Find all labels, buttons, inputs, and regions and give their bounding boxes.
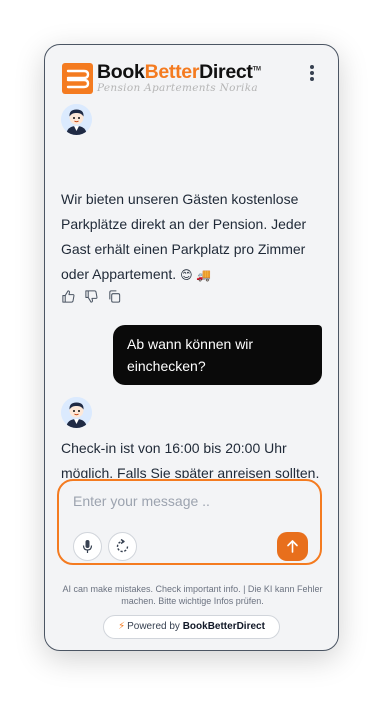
more-dot bbox=[310, 77, 314, 81]
brand-part-better: Better bbox=[144, 61, 200, 83]
bot-message: Check-in ist von 16:00 bis 20:00 Uhr mög… bbox=[61, 436, 323, 478]
trademark: TM bbox=[252, 66, 261, 73]
more-dot bbox=[310, 71, 314, 75]
brand-part-direct: Direct bbox=[199, 61, 253, 83]
refresh-icon bbox=[116, 538, 129, 553]
logo-mark-icon bbox=[62, 63, 93, 94]
powered-by-brand: BookBetterDirect bbox=[182, 621, 265, 632]
powered-by-label: Powered by bbox=[127, 621, 180, 632]
powered-by-badge[interactable]: ⚡ Powered by BookBetterDirect bbox=[103, 615, 280, 639]
message-actions bbox=[61, 289, 122, 304]
chat-header: BookBetterDirectTM Pension Apartements N… bbox=[45, 45, 338, 103]
message-input[interactable] bbox=[73, 490, 303, 512]
thumbs-up-icon[interactable] bbox=[61, 289, 76, 304]
message-list[interactable]: Wir bieten unseren Gästen kostenlose Par… bbox=[45, 103, 338, 478]
microphone-icon bbox=[82, 540, 93, 553]
brand-tagline: Pension Apartements Norika bbox=[97, 82, 258, 94]
lightning-icon: ⚡ bbox=[118, 621, 126, 632]
copy-icon[interactable] bbox=[107, 289, 122, 304]
user-message-text: Ab wann können wir einchecken? bbox=[127, 336, 254, 374]
message-emoji: 😊 🚚 bbox=[180, 268, 212, 282]
bot-message-text: Check-in ist von 16:00 bis 20:00 Uhr mög… bbox=[61, 440, 320, 478]
send-button[interactable] bbox=[277, 532, 308, 561]
reset-chat-button[interactable] bbox=[108, 532, 137, 561]
arrow-up-icon bbox=[287, 540, 298, 553]
user-message: Ab wann können wir einchecken? bbox=[113, 325, 322, 385]
more-menu-button[interactable] bbox=[306, 65, 318, 85]
brand-name: BookBetterDirectTM bbox=[97, 61, 261, 84]
chat-widget: BookBetterDirectTM Pension Apartements N… bbox=[44, 44, 339, 651]
bot-avatar bbox=[61, 104, 92, 135]
more-dot bbox=[310, 65, 314, 69]
brand-part-book: Book bbox=[97, 61, 145, 83]
ai-disclaimer: AI can make mistakes. Check important in… bbox=[62, 584, 323, 606]
message-composer bbox=[57, 479, 322, 565]
bot-message: Wir bieten unseren Gästen kostenlose Par… bbox=[61, 187, 323, 288]
voice-input-button[interactable] bbox=[73, 532, 102, 561]
brand-logo: BookBetterDirectTM Pension Apartements N… bbox=[62, 61, 267, 95]
bot-avatar bbox=[61, 397, 92, 428]
thumbs-down-icon[interactable] bbox=[84, 289, 99, 304]
